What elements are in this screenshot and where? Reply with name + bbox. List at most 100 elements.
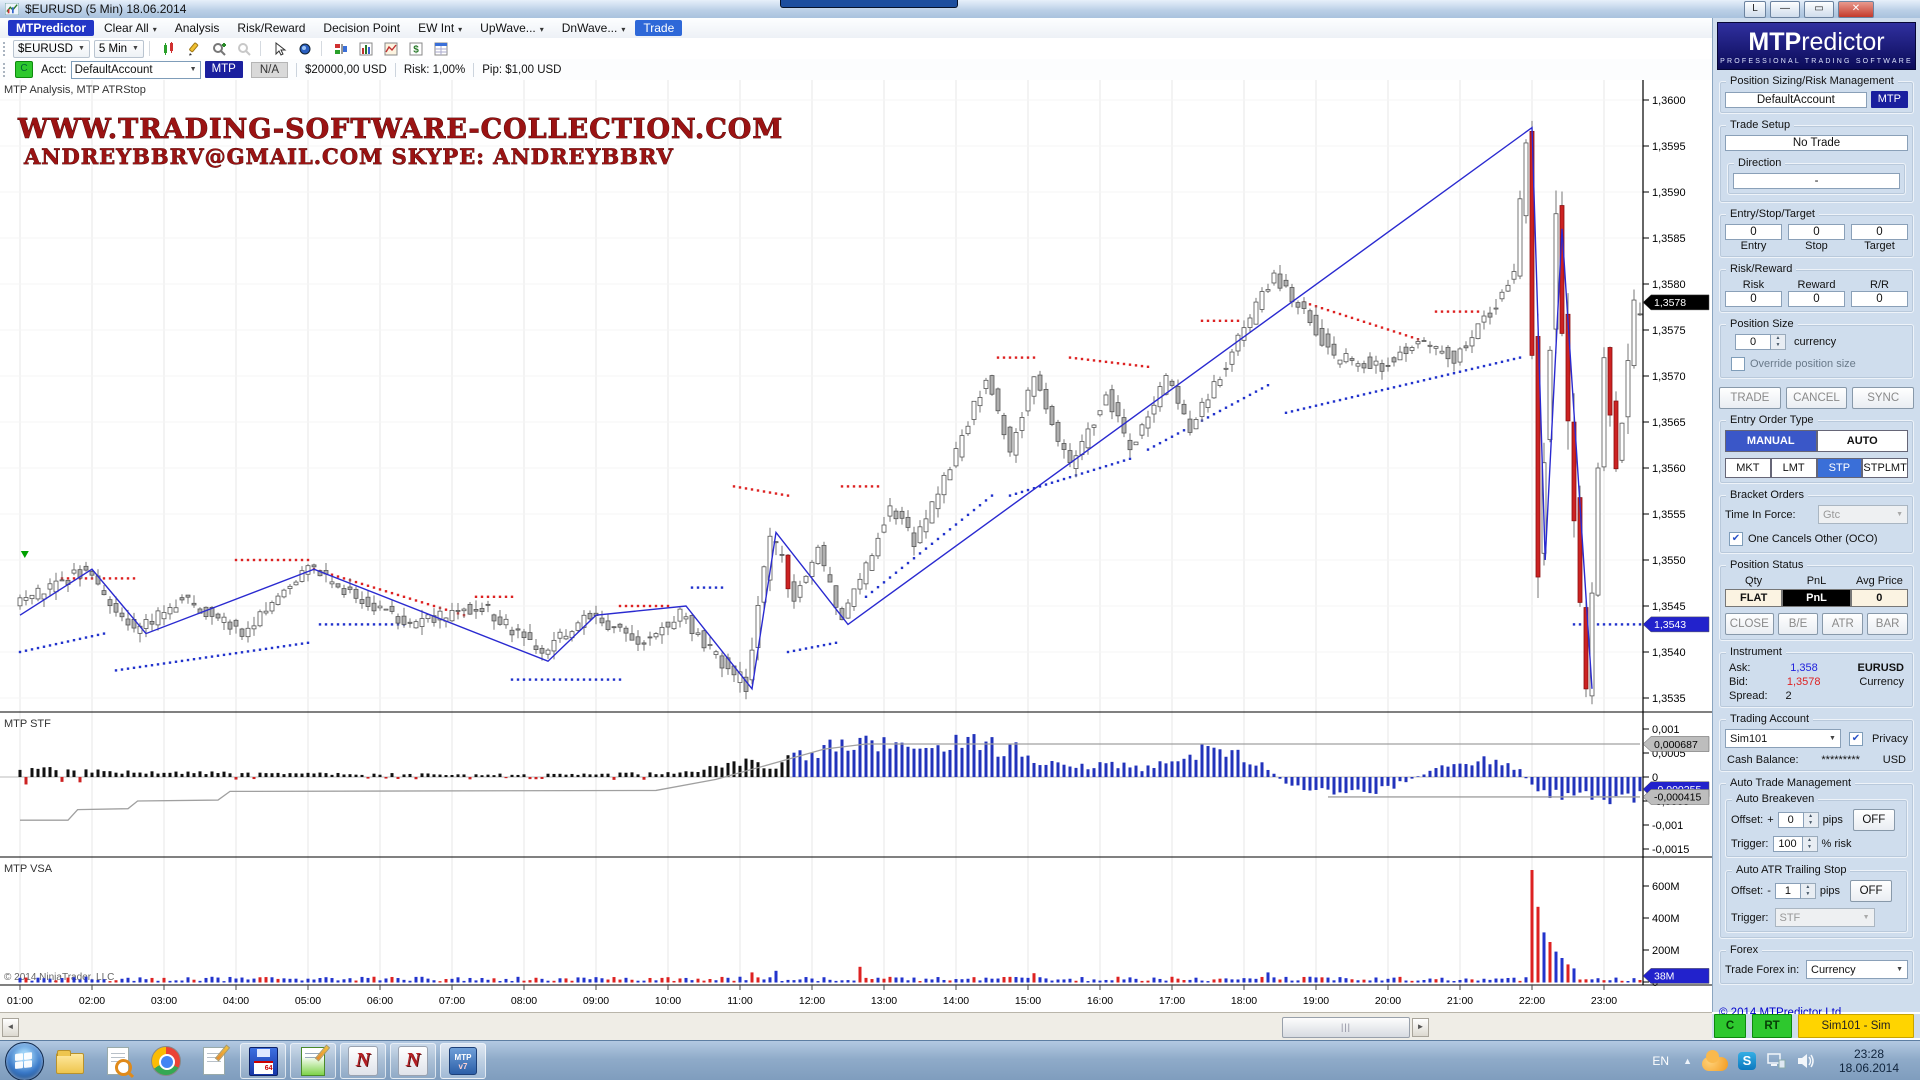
position-size-stepper[interactable]: 0 ▲▼ <box>1735 334 1786 350</box>
atr-trigger-dropdown[interactable]: STF▼ <box>1775 908 1875 927</box>
restore-button[interactable]: ▭ <box>1804 1 1834 18</box>
taskbar-clock[interactable]: 23:28 18.06.2014 <box>1826 1047 1912 1075</box>
qty-cell: FLAT <box>1725 589 1782 607</box>
svg-text:1,3570: 1,3570 <box>1652 371 1686 383</box>
price-chart[interactable]: WWW.TRADING-SOFTWARE-COLLECTION.COMANDRE… <box>0 80 1712 1012</box>
cursor-icon[interactable] <box>269 39 291 58</box>
chart-area[interactable]: WWW.TRADING-SOFTWARE-COLLECTION.COMANDRE… <box>0 80 1712 1012</box>
scroll-left-icon[interactable]: ◄ <box>2 1018 19 1037</box>
chart-style-icon[interactable] <box>158 39 180 58</box>
scroll-right-icon[interactable]: ► <box>1412 1018 1429 1037</box>
layout-button[interactable]: L <box>1744 1 1766 18</box>
chart-scrollbar[interactable]: ◄ ||| ► <box>0 1012 1712 1041</box>
group-position-size: Position Size 0 ▲▼ currency Override pos… <box>1719 324 1914 379</box>
menu-mtpredictor[interactable]: MTPredictor <box>8 20 94 36</box>
taskbar-notepad[interactable] <box>192 1044 236 1078</box>
svg-text:-0,0015: -0,0015 <box>1652 844 1689 856</box>
risk-field: 0 <box>1725 291 1782 307</box>
scrollbar-thumb[interactable]: ||| <box>1282 1017 1410 1038</box>
cancel-button[interactable]: CANCEL <box>1786 387 1848 409</box>
trading-account-dropdown[interactable]: Sim101▼ <box>1725 729 1841 748</box>
sync-button[interactable]: SYNC <box>1852 387 1914 409</box>
mtp-button[interactable]: MTP <box>205 61 243 78</box>
mtp-sizing-button[interactable]: MTP <box>1871 91 1908 108</box>
weather-cloud-icon[interactable] <box>1702 1051 1728 1071</box>
taskbar-ninjatrader-1[interactable]: N <box>340 1043 386 1079</box>
svg-text:400M: 400M <box>1652 913 1680 925</box>
taskbar-mtpredictor[interactable]: MTPv7 <box>440 1043 486 1079</box>
toolbar-grip[interactable] <box>3 42 9 56</box>
auto-toggle[interactable]: AUTO <box>1817 430 1909 452</box>
network-icon[interactable] <box>1766 1052 1786 1070</box>
target-field[interactable]: 0 <box>1851 224 1908 240</box>
svg-text:21:00: 21:00 <box>1447 995 1473 1007</box>
atr-button[interactable]: ATR <box>1822 613 1863 635</box>
menu-analysis[interactable]: Analysis <box>167 20 228 36</box>
zoom-in-icon[interactable] <box>208 39 230 58</box>
tif-label: Time In Force: <box>1725 509 1796 521</box>
na-indicator: N/A <box>251 62 288 78</box>
svg-text:38M: 38M <box>1654 971 1674 983</box>
stop-field[interactable]: 0 <box>1788 224 1845 240</box>
sizing-account-field[interactable]: DefaultAccount <box>1725 92 1867 108</box>
menu-trade[interactable]: Trade <box>635 20 682 36</box>
entry-field[interactable]: 0 <box>1725 224 1782 240</box>
manual-toggle[interactable]: MANUAL <box>1725 430 1817 452</box>
order-type-stplmt[interactable]: STPLMT <box>1862 458 1908 478</box>
taskbar-ninjatrader-2[interactable]: N <box>390 1043 436 1079</box>
taskbar-chrome[interactable] <box>144 1044 188 1078</box>
close-button[interactable]: ✕ <box>1838 1 1874 18</box>
order-type-stp[interactable]: STP <box>1817 458 1863 478</box>
svg-text:-0,000415: -0,000415 <box>1654 792 1701 804</box>
toolbar-grip[interactable] <box>3 63 9 77</box>
draw-tools-icon[interactable] <box>183 39 205 58</box>
taskbar-editor-app[interactable] <box>290 1043 336 1079</box>
group-instrument: Instrument Ask: 1,358 EURUSD Bid: 1,3578… <box>1719 652 1914 708</box>
instrument-symbol: EURUSD <box>1858 662 1904 674</box>
connection-indicator[interactable]: C <box>15 61 33 78</box>
taskbar-explorer[interactable] <box>48 1044 92 1078</box>
menu-clear-all[interactable]: Clear All▾ <box>96 20 165 36</box>
close-position-button[interactable]: CLOSE <box>1725 613 1774 635</box>
privacy-checkbox[interactable]: ✔ <box>1849 732 1863 746</box>
indicator-panel-icon[interactable] <box>380 39 402 58</box>
menu-risk-reward[interactable]: Risk/Reward <box>229 20 313 36</box>
be-off-button[interactable]: OFF <box>1853 809 1895 831</box>
start-button[interactable] <box>5 1042 44 1080</box>
order-type-mkt[interactable]: MKT <box>1725 458 1771 478</box>
menu-upwave[interactable]: UpWave...▾ <box>472 20 552 36</box>
language-indicator[interactable]: EN <box>1652 1054 1669 1068</box>
instrument-selector[interactable]: $EURUSD▼ <box>13 40 90 58</box>
trade-forex-dropdown[interactable]: Currency▼ <box>1806 960 1908 979</box>
interval-selector[interactable]: 5 Min▼ <box>94 40 144 58</box>
override-checkbox[interactable] <box>1731 357 1745 371</box>
snapshot-icon[interactable] <box>294 39 316 58</box>
menu-ew-int[interactable]: EW Int▾ <box>410 20 470 36</box>
chart-trader-icon[interactable] <box>355 39 377 58</box>
breakeven-button[interactable]: B/E <box>1778 613 1819 635</box>
order-entry-icon[interactable] <box>330 39 352 58</box>
menu-dnwave[interactable]: DnWave...▾ <box>554 20 634 36</box>
dollar-icon[interactable]: $ <box>405 39 427 58</box>
bar-button[interactable]: BAR <box>1867 613 1908 635</box>
be-trigger-stepper[interactable]: 100▲▼ <box>1773 836 1818 852</box>
minimize-button[interactable]: — <box>1770 1 1800 18</box>
atr-offset-stepper[interactable]: 1▲▼ <box>1775 883 1816 899</box>
atr-off-button[interactable]: OFF <box>1850 880 1892 902</box>
be-offset-stepper[interactable]: 0▲▼ <box>1778 812 1819 828</box>
menu-decision-point[interactable]: Decision Point <box>315 20 408 36</box>
skype-icon[interactable]: S <box>1738 1052 1756 1070</box>
hidden-window-peek-tab[interactable] <box>780 0 958 8</box>
order-type-lmt[interactable]: LMT <box>1771 458 1817 478</box>
window-titlebar[interactable]: $EURUSD (5 Min) 18.06.2014 <box>0 0 1920 19</box>
oco-checkbox[interactable]: ✔ <box>1729 532 1743 546</box>
volume-icon[interactable] <box>1796 1052 1816 1070</box>
tif-dropdown[interactable]: Gtc▼ <box>1818 505 1908 524</box>
zoom-out-icon[interactable] <box>233 39 255 58</box>
tray-expand-icon[interactable]: ▲ <box>1683 1056 1692 1066</box>
taskbar-search[interactable] <box>96 1044 140 1078</box>
taskbar-backup-app[interactable]: 64 <box>240 1043 286 1079</box>
trade-button[interactable]: TRADE <box>1719 387 1781 409</box>
account-selector[interactable]: DefaultAccount▼ <box>71 61 201 79</box>
data-grid-icon[interactable] <box>430 39 452 58</box>
